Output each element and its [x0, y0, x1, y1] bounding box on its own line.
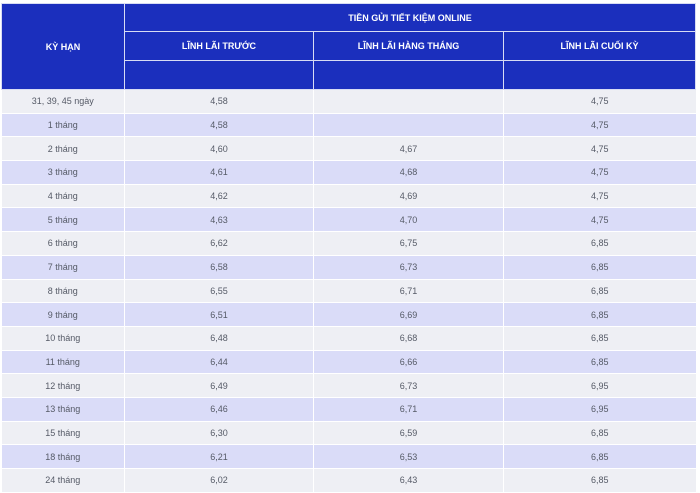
term-cell: 9 tháng	[1, 302, 125, 327]
monthly-rate-cell: 6,73	[313, 255, 504, 280]
table-row: 18 tháng 6,21 6,53 6,85	[1, 444, 696, 469]
term-cell: 31, 39, 45 ngày	[1, 89, 125, 114]
rate-table-container: KỲ HẠN TIỀN GỬI TIẾT KIỆM ONLINE LĨNH LÃ…	[1, 3, 697, 493]
term-cell: 12 tháng	[1, 373, 125, 398]
monthly-rate-cell: 4,70	[313, 207, 504, 233]
prepaid-rate-cell: 6,51	[124, 302, 314, 327]
table-row: 12 tháng 6,49 6,73 6,95	[1, 373, 696, 398]
term-cell: 18 tháng	[1, 444, 125, 469]
end-of-term-rate-cell: 6,95	[503, 397, 696, 422]
online-savings-group-header: TIỀN GỬI TIẾT KIỆM ONLINE	[123, 3, 697, 32]
term-cell: 3 tháng	[1, 160, 125, 185]
term-cell: 2 tháng	[1, 136, 125, 162]
table-row: 4 tháng 4,62 4,69 4,75	[1, 184, 696, 209]
prepaid-rate-cell: 6,02	[124, 468, 314, 493]
table-row: 7 tháng 6,58 6,73 6,85	[1, 255, 696, 280]
monthly-rate-cell	[313, 89, 504, 114]
term-cell: 7 tháng	[1, 255, 125, 280]
end-of-term-rate-cell: 4,75	[503, 136, 696, 162]
monthly-rate-cell: 6,59	[313, 421, 504, 446]
end-of-term-rate-cell: 6,85	[503, 302, 696, 327]
prepaid-rate-cell: 6,46	[124, 397, 314, 422]
monthly-rate-cell: 6,75	[313, 231, 504, 256]
prepaid-rate-cell: 6,58	[124, 255, 314, 280]
monthly-rate-cell: 4,69	[313, 184, 504, 209]
table-row: 10 tháng 6,48 6,68 6,85	[1, 326, 696, 351]
end-of-term-rate-cell: 6,85	[503, 326, 696, 351]
end-of-term-rate-cell: 4,75	[503, 113, 696, 138]
prepaid-rate-cell: 4,61	[124, 160, 314, 185]
term-cell: 8 tháng	[1, 279, 125, 304]
end-of-term-rate-cell: 6,95	[503, 373, 696, 398]
prepaid-rate-cell: 4,63	[124, 207, 314, 233]
end-of-term-rate-cell: 4,75	[503, 160, 696, 185]
savings-rate-table: KỲ HẠN TIỀN GỬI TIẾT KIỆM ONLINE LĨNH LÃ…	[1, 3, 697, 493]
table-row: 8 tháng 6,55 6,71 6,85	[1, 279, 696, 304]
table-body: 31, 39, 45 ngày 4,58 4,75 1 tháng 4,58 4,75 2 …	[1, 89, 696, 493]
monthly-rate-cell: 6,71	[313, 397, 504, 422]
end-of-term-rate-cell: 6,85	[503, 279, 696, 304]
term-cell: 6 tháng	[1, 231, 125, 256]
term-cell: 24 tháng	[1, 468, 125, 493]
end-of-term-rate-cell: 6,85	[503, 255, 696, 280]
monthly-rate-cell: 6,66	[313, 350, 504, 375]
term-cell: 13 tháng	[1, 397, 125, 422]
monthly-rate-cell: 6,73	[313, 373, 504, 398]
prepaid-rate-cell: 6,30	[124, 421, 314, 446]
term-cell: 1 tháng	[1, 113, 125, 138]
prepaid-interest-header: LĨNH LÃI TRƯỚC	[124, 31, 314, 61]
header-spacer-cell	[502, 60, 697, 90]
end-of-term-rate-cell: 6,85	[503, 421, 696, 446]
prepaid-rate-cell: 6,49	[124, 373, 314, 398]
end-of-term-rate-cell: 4,75	[503, 89, 696, 114]
table-row: 15 tháng 6,30 6,59 6,85	[1, 421, 696, 446]
monthly-rate-cell: 6,43	[313, 468, 504, 493]
table-row: 1 tháng 4,58 4,75	[1, 113, 696, 138]
prepaid-rate-cell: 6,21	[124, 444, 314, 469]
monthly-interest-header: LĨNH LÃI HÀNG THÁNG	[313, 31, 504, 61]
end-of-term-rate-cell: 6,85	[503, 444, 696, 469]
end-of-term-rate-cell: 4,75	[503, 207, 696, 233]
prepaid-rate-cell: 6,55	[124, 279, 314, 304]
prepaid-rate-cell: 4,62	[124, 184, 314, 209]
end-of-term-rate-cell: 6,85	[503, 468, 696, 493]
table-row: 6 tháng 6,62 6,75 6,85	[1, 231, 696, 256]
term-cell: 11 tháng	[1, 350, 125, 375]
prepaid-rate-cell: 6,48	[124, 326, 314, 351]
monthly-rate-cell: 4,67	[313, 136, 504, 162]
table-row: 5 tháng 4,63 4,70 4,75	[1, 207, 696, 233]
end-of-term-rate-cell: 6,85	[503, 231, 696, 256]
prepaid-rate-cell: 4,58	[124, 89, 314, 114]
table-row: 13 tháng 6,46 6,71 6,95	[1, 397, 696, 422]
end-of-term-rate-cell: 4,75	[503, 184, 696, 209]
monthly-rate-cell: 6,69	[313, 302, 504, 327]
prepaid-rate-cell: 6,62	[124, 231, 314, 256]
header-spacer-cell	[313, 60, 504, 90]
table-row: 3 tháng 4,61 4,68 4,75	[1, 160, 696, 185]
term-cell: 15 tháng	[1, 421, 125, 446]
term-cell: 4 tháng	[1, 184, 125, 209]
term-cell: 5 tháng	[1, 207, 125, 233]
monthly-rate-cell: 6,53	[313, 444, 504, 469]
prepaid-rate-cell: 4,60	[124, 136, 314, 162]
table-row: 2 tháng 4,60 4,67 4,75	[1, 136, 696, 162]
term-cell: 10 tháng	[1, 326, 125, 351]
prepaid-rate-cell: 6,44	[124, 350, 314, 375]
header-spacer-cell	[124, 60, 314, 90]
table-row: 24 tháng 6,02 6,43 6,85	[1, 468, 696, 493]
monthly-rate-cell: 4,68	[313, 160, 504, 185]
end-of-term-rate-cell: 6,85	[503, 350, 696, 375]
table-row: 11 tháng 6,44 6,66 6,85	[1, 350, 696, 375]
table-row: 31, 39, 45 ngày 4,58 4,75	[1, 89, 696, 114]
term-column-header: KỲ HẠN	[1, 3, 125, 90]
monthly-rate-cell: 6,68	[313, 326, 504, 351]
monthly-rate-cell: 6,71	[313, 279, 504, 304]
prepaid-rate-cell: 4,58	[124, 113, 314, 138]
end-of-term-interest-header: LĨNH LÃI CUỐI KỲ	[502, 31, 697, 61]
table-header: KỲ HẠN TIỀN GỬI TIẾT KIỆM ONLINE LĨNH LÃ…	[1, 3, 697, 90]
monthly-rate-cell	[313, 113, 504, 138]
table-row: 9 tháng 6,51 6,69 6,85	[1, 302, 696, 327]
